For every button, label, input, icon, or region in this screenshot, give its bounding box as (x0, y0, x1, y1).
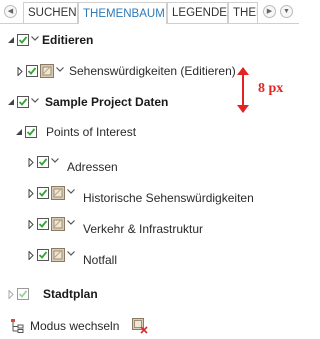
tab-label: THEMENBAUM (83, 7, 165, 20)
node-label: Sample Project Daten (45, 95, 169, 109)
tree-node-sample-project-daten[interactable]: Sample Project Daten (6, 92, 168, 112)
node-label: Adressen (67, 160, 118, 174)
tree-node-historische-sehenswuerdigkeiten[interactable]: Historische Sehenswürdigkeiten (26, 183, 254, 205)
tree-node-sehenswuerdigkeiten-editieren[interactable]: Sehenswürdigkeiten (Editieren) (15, 61, 236, 81)
node-label: Stadtplan (43, 287, 98, 301)
checkbox[interactable] (37, 218, 49, 230)
checkbox[interactable] (26, 65, 38, 77)
tab-legende[interactable]: LEGENDE (167, 2, 228, 23)
tree-node-adressen[interactable]: Adressen (26, 152, 118, 174)
node-label: Verkehr & Infrastruktur (83, 222, 204, 236)
remove-layer-icon[interactable] (132, 318, 148, 334)
checkbox[interactable] (17, 34, 29, 46)
layer-group-icon (51, 186, 65, 200)
chevron-down-icon[interactable] (67, 188, 75, 196)
tab-label: SUCHEN (28, 7, 77, 19)
expanded-arrow-icon[interactable] (6, 96, 16, 108)
chevron-down-icon[interactable] (31, 97, 39, 105)
footer-toolbar: Modus wechseln (10, 316, 148, 336)
expanded-arrow-icon[interactable] (14, 126, 24, 138)
tab-label: THEM (233, 7, 257, 19)
dropdown-icon[interactable]: ▼ (280, 5, 293, 18)
layer-group-icon (51, 248, 65, 262)
tab-themen-truncated[interactable]: THEM (228, 2, 258, 23)
expanded-arrow-icon[interactable] (6, 34, 16, 46)
chevron-down-icon[interactable] (31, 35, 39, 43)
mode-switch-button[interactable]: Modus wechseln (30, 319, 119, 333)
tab-bar: ◀ SUCHEN THEMENBAUM LEGENDE THEM ▶ ▼ (0, 0, 299, 24)
checkbox[interactable] (25, 126, 37, 138)
chevron-right-icon[interactable]: ▶ (263, 5, 276, 18)
node-label: Points of Interest (46, 125, 137, 139)
tab-themenbaum[interactable]: THEMENBAUM (78, 2, 167, 24)
checkbox[interactable] (37, 187, 49, 199)
checkbox[interactable] (17, 288, 29, 300)
spacing-annotation: 8 px (236, 66, 296, 114)
tree-node-points-of-interest[interactable]: Points of Interest (14, 122, 136, 142)
tree-node-notfall[interactable]: Notfall (26, 245, 118, 267)
chevron-down-icon[interactable] (67, 219, 75, 227)
chevron-down-icon[interactable] (51, 157, 59, 165)
tree-node-verkehr-infrastruktur[interactable]: Verkehr & Infrastruktur (26, 214, 204, 236)
tree-node-stadtplan[interactable]: Stadtplan (6, 284, 98, 304)
chevron-left-icon[interactable]: ◀ (4, 5, 17, 18)
layer-group-icon (40, 64, 54, 78)
checkbox[interactable] (37, 249, 49, 261)
collapsed-arrow-icon[interactable] (15, 65, 25, 77)
collapsed-arrow-icon[interactable] (6, 288, 16, 300)
tab-label: LEGENDE (172, 7, 227, 19)
collapsed-arrow-icon[interactable] (26, 218, 36, 230)
checkbox[interactable] (17, 96, 29, 108)
tree-node-editieren[interactable]: Editieren (6, 30, 93, 50)
node-label: Editieren (42, 33, 94, 47)
annotation-label: 8 px (258, 81, 284, 96)
collapsed-arrow-icon[interactable] (26, 249, 36, 261)
collapsed-arrow-icon[interactable] (26, 187, 36, 199)
tree-mode-icon[interactable] (10, 318, 26, 334)
node-label: Notfall (83, 253, 118, 267)
node-label: Sehenswürdigkeiten (Editieren) (69, 64, 236, 78)
chevron-down-icon[interactable] (56, 66, 64, 74)
double-arrow-icon (237, 67, 249, 113)
layer-group-icon (51, 217, 65, 231)
chevron-down-icon[interactable] (67, 250, 75, 258)
tab-suchen[interactable]: SUCHEN (23, 2, 78, 23)
collapsed-arrow-icon[interactable] (26, 156, 36, 168)
node-label: Historische Sehenswürdigkeiten (83, 191, 254, 205)
checkbox[interactable] (37, 156, 49, 168)
